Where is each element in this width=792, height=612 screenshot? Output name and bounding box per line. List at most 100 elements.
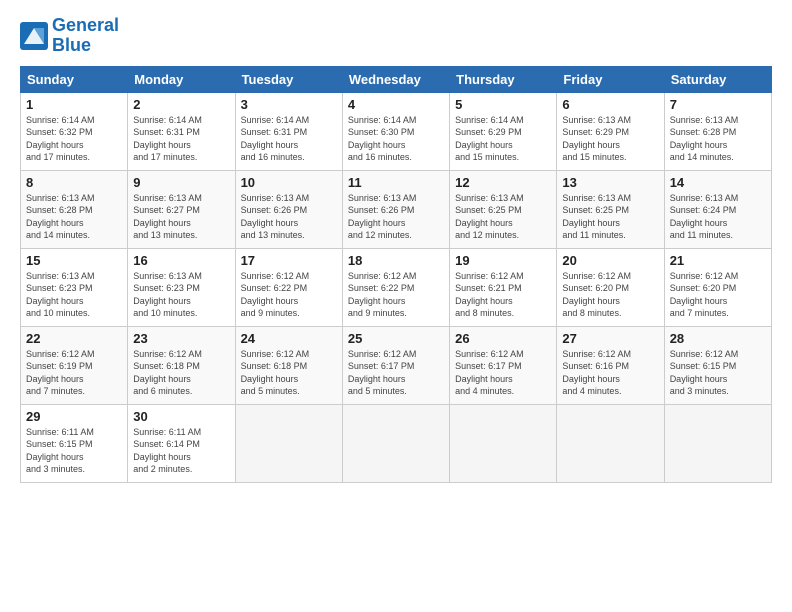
day-cell-22: 22 Sunrise: 6:12 AMSunset: 6:19 PMDaylig… (21, 326, 128, 404)
day-info: Sunrise: 6:14 AMSunset: 6:30 PMDaylight … (348, 115, 417, 163)
day-cell-26: 26 Sunrise: 6:12 AMSunset: 6:17 PMDaylig… (450, 326, 557, 404)
empty-cell (557, 404, 664, 482)
day-number: 10 (241, 175, 337, 190)
day-info: Sunrise: 6:12 AMSunset: 6:19 PMDaylight … (26, 349, 95, 397)
day-info: Sunrise: 6:13 AMSunset: 6:26 PMDaylight … (348, 193, 417, 241)
day-cell-29: 29 Sunrise: 6:11 AMSunset: 6:15 PMDaylig… (21, 404, 128, 482)
day-number: 20 (562, 253, 658, 268)
header: General Blue (20, 16, 772, 56)
day-cell-12: 12 Sunrise: 6:13 AMSunset: 6:25 PMDaylig… (450, 170, 557, 248)
day-info: Sunrise: 6:12 AMSunset: 6:20 PMDaylight … (670, 271, 739, 319)
day-info: Sunrise: 6:12 AMSunset: 6:18 PMDaylight … (133, 349, 202, 397)
day-cell-28: 28 Sunrise: 6:12 AMSunset: 6:15 PMDaylig… (664, 326, 771, 404)
day-info: Sunrise: 6:13 AMSunset: 6:24 PMDaylight … (670, 193, 739, 241)
day-number: 6 (562, 97, 658, 112)
day-cell-5: 5 Sunrise: 6:14 AMSunset: 6:29 PMDayligh… (450, 92, 557, 170)
day-cell-21: 21 Sunrise: 6:12 AMSunset: 6:20 PMDaylig… (664, 248, 771, 326)
day-cell-15: 15 Sunrise: 6:13 AMSunset: 6:23 PMDaylig… (21, 248, 128, 326)
day-info: Sunrise: 6:11 AMSunset: 6:15 PMDaylight … (26, 427, 94, 475)
day-cell-24: 24 Sunrise: 6:12 AMSunset: 6:18 PMDaylig… (235, 326, 342, 404)
page: General Blue SundayMondayTuesdayWednesda… (0, 0, 792, 612)
day-number: 1 (26, 97, 122, 112)
day-info: Sunrise: 6:12 AMSunset: 6:22 PMDaylight … (348, 271, 417, 319)
day-info: Sunrise: 6:13 AMSunset: 6:23 PMDaylight … (26, 271, 95, 319)
day-number: 28 (670, 331, 766, 346)
week-row-3: 15 Sunrise: 6:13 AMSunset: 6:23 PMDaylig… (21, 248, 772, 326)
day-number: 25 (348, 331, 444, 346)
logo-general: General (52, 15, 119, 35)
empty-cell (342, 404, 449, 482)
week-row-4: 22 Sunrise: 6:12 AMSunset: 6:19 PMDaylig… (21, 326, 772, 404)
day-number: 24 (241, 331, 337, 346)
day-cell-27: 27 Sunrise: 6:12 AMSunset: 6:16 PMDaylig… (557, 326, 664, 404)
day-number: 14 (670, 175, 766, 190)
logo-icon (20, 22, 48, 50)
calendar: SundayMondayTuesdayWednesdayThursdayFrid… (20, 66, 772, 483)
day-info: Sunrise: 6:13 AMSunset: 6:27 PMDaylight … (133, 193, 202, 241)
day-number: 21 (670, 253, 766, 268)
day-info: Sunrise: 6:12 AMSunset: 6:18 PMDaylight … (241, 349, 310, 397)
day-cell-13: 13 Sunrise: 6:13 AMSunset: 6:25 PMDaylig… (557, 170, 664, 248)
day-number: 27 (562, 331, 658, 346)
day-cell-25: 25 Sunrise: 6:12 AMSunset: 6:17 PMDaylig… (342, 326, 449, 404)
weekday-header-sunday: Sunday (21, 66, 128, 92)
day-cell-8: 8 Sunrise: 6:13 AMSunset: 6:28 PMDayligh… (21, 170, 128, 248)
day-cell-18: 18 Sunrise: 6:12 AMSunset: 6:22 PMDaylig… (342, 248, 449, 326)
day-number: 19 (455, 253, 551, 268)
day-number: 30 (133, 409, 229, 424)
day-info: Sunrise: 6:14 AMSunset: 6:31 PMDaylight … (241, 115, 310, 163)
day-info: Sunrise: 6:13 AMSunset: 6:25 PMDaylight … (562, 193, 631, 241)
weekday-header-saturday: Saturday (664, 66, 771, 92)
day-cell-14: 14 Sunrise: 6:13 AMSunset: 6:24 PMDaylig… (664, 170, 771, 248)
week-row-2: 8 Sunrise: 6:13 AMSunset: 6:28 PMDayligh… (21, 170, 772, 248)
day-cell-11: 11 Sunrise: 6:13 AMSunset: 6:26 PMDaylig… (342, 170, 449, 248)
day-number: 7 (670, 97, 766, 112)
weekday-header-thursday: Thursday (450, 66, 557, 92)
day-cell-16: 16 Sunrise: 6:13 AMSunset: 6:23 PMDaylig… (128, 248, 235, 326)
empty-cell (450, 404, 557, 482)
day-info: Sunrise: 6:12 AMSunset: 6:16 PMDaylight … (562, 349, 631, 397)
day-cell-17: 17 Sunrise: 6:12 AMSunset: 6:22 PMDaylig… (235, 248, 342, 326)
day-number: 12 (455, 175, 551, 190)
day-info: Sunrise: 6:14 AMSunset: 6:29 PMDaylight … (455, 115, 524, 163)
day-info: Sunrise: 6:13 AMSunset: 6:23 PMDaylight … (133, 271, 202, 319)
day-info: Sunrise: 6:12 AMSunset: 6:21 PMDaylight … (455, 271, 524, 319)
day-cell-23: 23 Sunrise: 6:12 AMSunset: 6:18 PMDaylig… (128, 326, 235, 404)
day-number: 17 (241, 253, 337, 268)
day-info: Sunrise: 6:13 AMSunset: 6:28 PMDaylight … (26, 193, 95, 241)
weekday-header-tuesday: Tuesday (235, 66, 342, 92)
day-info: Sunrise: 6:12 AMSunset: 6:17 PMDaylight … (455, 349, 524, 397)
weekday-header-monday: Monday (128, 66, 235, 92)
day-info: Sunrise: 6:13 AMSunset: 6:26 PMDaylight … (241, 193, 310, 241)
day-info: Sunrise: 6:12 AMSunset: 6:22 PMDaylight … (241, 271, 310, 319)
day-cell-30: 30 Sunrise: 6:11 AMSunset: 6:14 PMDaylig… (128, 404, 235, 482)
day-cell-6: 6 Sunrise: 6:13 AMSunset: 6:29 PMDayligh… (557, 92, 664, 170)
day-number: 18 (348, 253, 444, 268)
day-info: Sunrise: 6:12 AMSunset: 6:15 PMDaylight … (670, 349, 739, 397)
day-info: Sunrise: 6:13 AMSunset: 6:25 PMDaylight … (455, 193, 524, 241)
day-cell-9: 9 Sunrise: 6:13 AMSunset: 6:27 PMDayligh… (128, 170, 235, 248)
weekday-header-wednesday: Wednesday (342, 66, 449, 92)
day-cell-1: 1 Sunrise: 6:14 AMSunset: 6:32 PMDayligh… (21, 92, 128, 170)
weekday-header-row: SundayMondayTuesdayWednesdayThursdayFrid… (21, 66, 772, 92)
day-number: 26 (455, 331, 551, 346)
day-number: 29 (26, 409, 122, 424)
weekday-header-friday: Friday (557, 66, 664, 92)
day-cell-20: 20 Sunrise: 6:12 AMSunset: 6:20 PMDaylig… (557, 248, 664, 326)
logo: General Blue (20, 16, 119, 56)
day-cell-4: 4 Sunrise: 6:14 AMSunset: 6:30 PMDayligh… (342, 92, 449, 170)
day-number: 22 (26, 331, 122, 346)
day-cell-10: 10 Sunrise: 6:13 AMSunset: 6:26 PMDaylig… (235, 170, 342, 248)
day-info: Sunrise: 6:14 AMSunset: 6:31 PMDaylight … (133, 115, 202, 163)
day-number: 11 (348, 175, 444, 190)
week-row-1: 1 Sunrise: 6:14 AMSunset: 6:32 PMDayligh… (21, 92, 772, 170)
day-info: Sunrise: 6:12 AMSunset: 6:20 PMDaylight … (562, 271, 631, 319)
day-cell-2: 2 Sunrise: 6:14 AMSunset: 6:31 PMDayligh… (128, 92, 235, 170)
empty-cell (664, 404, 771, 482)
day-number: 9 (133, 175, 229, 190)
day-number: 3 (241, 97, 337, 112)
day-info: Sunrise: 6:14 AMSunset: 6:32 PMDaylight … (26, 115, 95, 163)
day-number: 4 (348, 97, 444, 112)
day-info: Sunrise: 6:13 AMSunset: 6:29 PMDaylight … (562, 115, 631, 163)
day-cell-19: 19 Sunrise: 6:12 AMSunset: 6:21 PMDaylig… (450, 248, 557, 326)
